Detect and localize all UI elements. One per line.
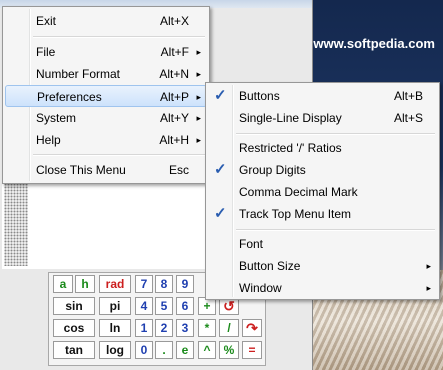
key-9[interactable]: 9 (176, 275, 194, 293)
checkmark-icon: ✓ (214, 161, 227, 178)
menu-item-help[interactable]: Help Alt+H ▸ (5, 129, 207, 151)
key-0[interactable]: 0 (135, 341, 153, 359)
key-decimal[interactable]: . (155, 341, 173, 359)
submenu-arrow-icon: ▸ (196, 47, 201, 57)
menu-item-shortcut: Esc (168, 163, 189, 177)
menu-item-label: Exit (36, 14, 57, 28)
menu-item-shortcut: Alt+X (159, 14, 189, 28)
key-equals[interactable]: = (242, 341, 262, 359)
key-2[interactable]: 2 (155, 319, 173, 337)
key-e[interactable]: e (176, 341, 194, 359)
menu-item-button-size[interactable]: Button Size ▸ (208, 255, 437, 277)
key-power[interactable]: ^ (198, 341, 216, 359)
key-h[interactable]: h (75, 275, 95, 293)
key-7[interactable]: 7 (135, 275, 153, 293)
key-rad[interactable]: rad (99, 275, 131, 293)
submenu-arrow-icon: ▸ (196, 113, 201, 123)
menu-item-file[interactable]: File Alt+F ▸ (5, 41, 207, 63)
menu-item-shortcut: Alt+P (159, 90, 189, 104)
key-3[interactable]: 3 (176, 319, 194, 337)
key-6[interactable]: 6 (176, 297, 194, 315)
menu-item-window[interactable]: Window ▸ (208, 277, 437, 299)
menu-item-label: Number Format (36, 67, 121, 81)
menu-item-label: File (36, 45, 56, 59)
menu-separator (236, 133, 435, 135)
main-menu: Exit Alt+X File Alt+F ▸ Number Format Al… (2, 6, 210, 184)
menu-item-comma-decimal-mark[interactable]: Comma Decimal Mark (208, 181, 437, 203)
resize-grip[interactable] (4, 180, 28, 266)
redo-icon[interactable]: ↷ (242, 319, 262, 337)
menu-item-exit[interactable]: Exit Alt+X (5, 10, 207, 32)
key-5[interactable]: 5 (155, 297, 173, 315)
key-tan[interactable]: tan (53, 341, 95, 359)
submenu-arrow-icon: ▸ (196, 92, 201, 102)
submenu-arrow-icon: ▸ (426, 283, 431, 293)
menu-item-shortcut: Alt+H (159, 133, 189, 147)
menu-item-label: Close This Menu (36, 163, 126, 177)
menu-item-shortcut: Alt+S (393, 111, 423, 125)
key-ln[interactable]: ln (99, 319, 131, 337)
menu-separator (33, 154, 205, 156)
menu-item-close-this-menu[interactable]: Close This Menu Esc (5, 159, 207, 181)
menu-item-shortcut: Alt+Y (159, 111, 189, 125)
menu-separator (33, 36, 205, 38)
checkmark-icon: ✓ (214, 87, 227, 104)
menu-item-shortcut: Alt+B (393, 89, 423, 103)
menu-item-font[interactable]: Font (208, 233, 437, 255)
menu-item-label: Restricted '/' Ratios (239, 141, 342, 155)
menu-item-label: Single-Line Display (239, 111, 342, 125)
menu-item-shortcut: Alt+F (160, 45, 189, 59)
menu-item-shortcut: Alt+N (159, 67, 189, 81)
menu-item-label: Buttons (239, 89, 280, 103)
menu-item-single-line-display[interactable]: Single-Line Display Alt+S (208, 107, 437, 129)
menu-item-label: Help (36, 133, 61, 147)
submenu-arrow-icon: ▸ (196, 135, 201, 145)
preferences-submenu: ✓ Buttons Alt+B Single-Line Display Alt+… (205, 82, 440, 300)
key-pi[interactable]: pi (99, 297, 131, 315)
submenu-arrow-icon: ▸ (426, 261, 431, 271)
key-divide[interactable]: / (219, 319, 239, 337)
key-4[interactable]: 4 (135, 297, 153, 315)
menu-item-label: Track Top Menu Item (239, 207, 352, 221)
menu-item-buttons[interactable]: ✓ Buttons Alt+B (208, 85, 437, 107)
menu-item-number-format[interactable]: Number Format Alt+N ▸ (5, 63, 207, 85)
menu-item-label: System (36, 111, 77, 125)
key-a[interactable]: a (53, 275, 73, 293)
menu-item-restricted-ratios[interactable]: Restricted '/' Ratios (208, 137, 437, 159)
key-cos[interactable]: cos (53, 319, 95, 337)
checkmark-icon: ✓ (214, 205, 227, 222)
menu-item-group-digits[interactable]: ✓ Group Digits (208, 159, 437, 181)
menu-item-label: Font (239, 237, 264, 251)
menu-item-label: Button Size (239, 259, 301, 273)
menu-item-track-top-menu-item[interactable]: ✓ Track Top Menu Item (208, 203, 437, 225)
watermark-text: www.softpedia.com (313, 36, 435, 51)
menu-item-label: Comma Decimal Mark (239, 185, 358, 199)
menu-separator (236, 229, 435, 231)
menu-item-preferences[interactable]: Preferences Alt+P ▸ (5, 85, 207, 107)
key-log[interactable]: log (99, 341, 131, 359)
menu-item-system[interactable]: System Alt+Y ▸ (5, 107, 207, 129)
key-percent[interactable]: % (219, 341, 239, 359)
menu-item-label: Group Digits (239, 163, 306, 177)
submenu-arrow-icon: ▸ (196, 69, 201, 79)
key-1[interactable]: 1 (135, 319, 153, 337)
menu-item-label: Preferences (37, 90, 102, 104)
key-8[interactable]: 8 (155, 275, 173, 293)
key-sin[interactable]: sin (53, 297, 95, 315)
key-multiply[interactable]: * (198, 319, 216, 337)
menu-item-label: Window (239, 281, 282, 295)
